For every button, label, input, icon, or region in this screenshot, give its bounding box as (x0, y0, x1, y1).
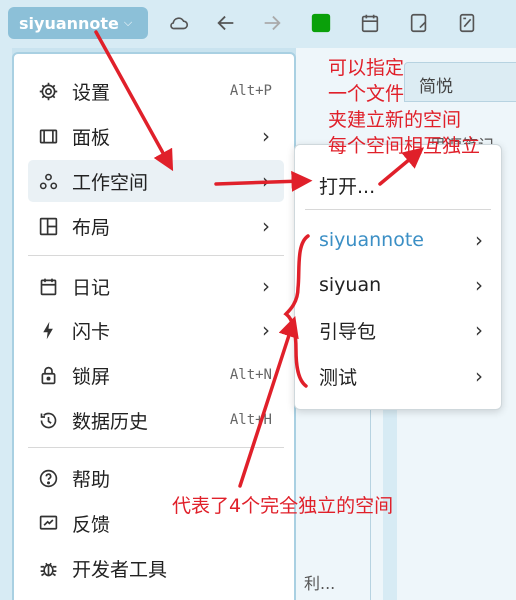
menu-item-label: 设置 (72, 81, 111, 104)
feedback-icon (36, 511, 60, 535)
menu-item-label: 反馈 (72, 513, 111, 536)
menu-item-label: 帮助 (72, 468, 111, 491)
chevron-right-icon: › (262, 169, 270, 193)
workspace-button-label: siyuannote (19, 13, 119, 33)
submenu-item-label: siyuan (319, 274, 382, 296)
menu-item-workspace[interactable]: 工作空间 › (28, 160, 284, 202)
chevron-right-icon: › (475, 228, 483, 252)
menu-item-layout[interactable]: 布局 › (28, 205, 284, 247)
notebook-icon[interactable] (455, 11, 479, 35)
panel-icon (36, 124, 60, 148)
chevron-right-icon: › (262, 318, 270, 342)
menu-item-label: 闪卡 (72, 320, 111, 343)
menu-item-lock-screen[interactable]: 锁屏 Alt+N (28, 354, 284, 396)
workspace-button[interactable]: siyuannote ⌵ (8, 7, 148, 39)
forward-arrow-icon[interactable] (260, 11, 284, 35)
lock-icon (36, 363, 60, 387)
menu-item-label: 布局 (72, 216, 111, 239)
submenu-item-label: 打开... (319, 175, 376, 198)
help-icon (36, 466, 60, 490)
background-partial-text: 利... (304, 574, 336, 593)
bug-icon (36, 556, 60, 580)
calendar-icon[interactable] (358, 11, 382, 35)
menu-item-developer-tools[interactable]: 开发者工具 (28, 547, 284, 589)
chevron-right-icon: › (475, 364, 483, 388)
annotation-top-note: 可以指定 一个文件 夹建立新的空间 每个空间相互独立 (328, 57, 481, 157)
menu-item-label: 工作空间 (72, 171, 149, 194)
back-arrow-icon[interactable] (214, 11, 238, 35)
green-square-icon[interactable] (309, 11, 333, 35)
submenu-workspace-guide[interactable]: 引导包 › (301, 310, 497, 350)
menu-item-flashcard[interactable]: 闪卡 › (28, 309, 284, 351)
submenu-workspace-siyuannote[interactable]: siyuannote › (301, 220, 497, 260)
submenu-workspace-test[interactable]: 测试 › (301, 356, 497, 396)
menu-item-label: 日记 (72, 276, 111, 299)
submenu-item-label: 引导包 (319, 320, 377, 343)
menu-item-label: 数据历史 (72, 410, 149, 433)
menu-item-data-history[interactable]: 数据历史 Alt+H (28, 399, 284, 441)
menu-item-panel[interactable]: 面板 › (28, 115, 284, 157)
shortcut-label: Alt+N (229, 367, 272, 383)
chevron-right-icon: › (262, 274, 270, 298)
cloud-sync-icon[interactable] (167, 11, 191, 35)
menu-item-label: 面板 (72, 126, 111, 149)
chevron-right-icon: › (262, 124, 270, 148)
flash-icon (36, 318, 60, 342)
workspace-icon (36, 169, 60, 193)
menu-item-daily-note[interactable]: 日记 › (28, 265, 284, 307)
shortcut-label: Alt+H (229, 412, 272, 428)
chevron-right-icon: › (262, 214, 270, 238)
menu-item-label: 开发者工具 (72, 558, 168, 581)
chevron-right-icon: › (475, 318, 483, 342)
menu-item-label: 锁屏 (72, 365, 111, 388)
gear-icon (36, 79, 60, 103)
history-icon (36, 408, 60, 432)
annotation-bottom-note: 代表了4个完全独立的空间 (172, 495, 394, 517)
background-sidebar (0, 48, 12, 600)
tablet-edit-icon[interactable] (407, 11, 431, 35)
layout-icon (36, 214, 60, 238)
submenu-item-label: 测试 (319, 366, 358, 389)
menu-divider (28, 447, 284, 448)
workspace-submenu: 打开... siyuannote › siyuan › 引导包 › 测试 › (294, 144, 502, 410)
menu-divider (28, 255, 284, 256)
menu-item-settings[interactable]: 设置 Alt+P (28, 70, 284, 112)
submenu-item-open[interactable]: 打开... (301, 165, 497, 205)
chevron-right-icon: › (475, 273, 483, 297)
chevron-down-icon: ⌵ (123, 16, 133, 29)
calendar-icon (36, 274, 60, 298)
submenu-divider (305, 209, 491, 210)
submenu-item-label: siyuannote (319, 229, 424, 251)
shortcut-label: Alt+P (229, 83, 272, 99)
top-toolbar: siyuannote ⌵ (0, 0, 516, 48)
submenu-workspace-siyuan[interactable]: siyuan › (301, 265, 497, 305)
